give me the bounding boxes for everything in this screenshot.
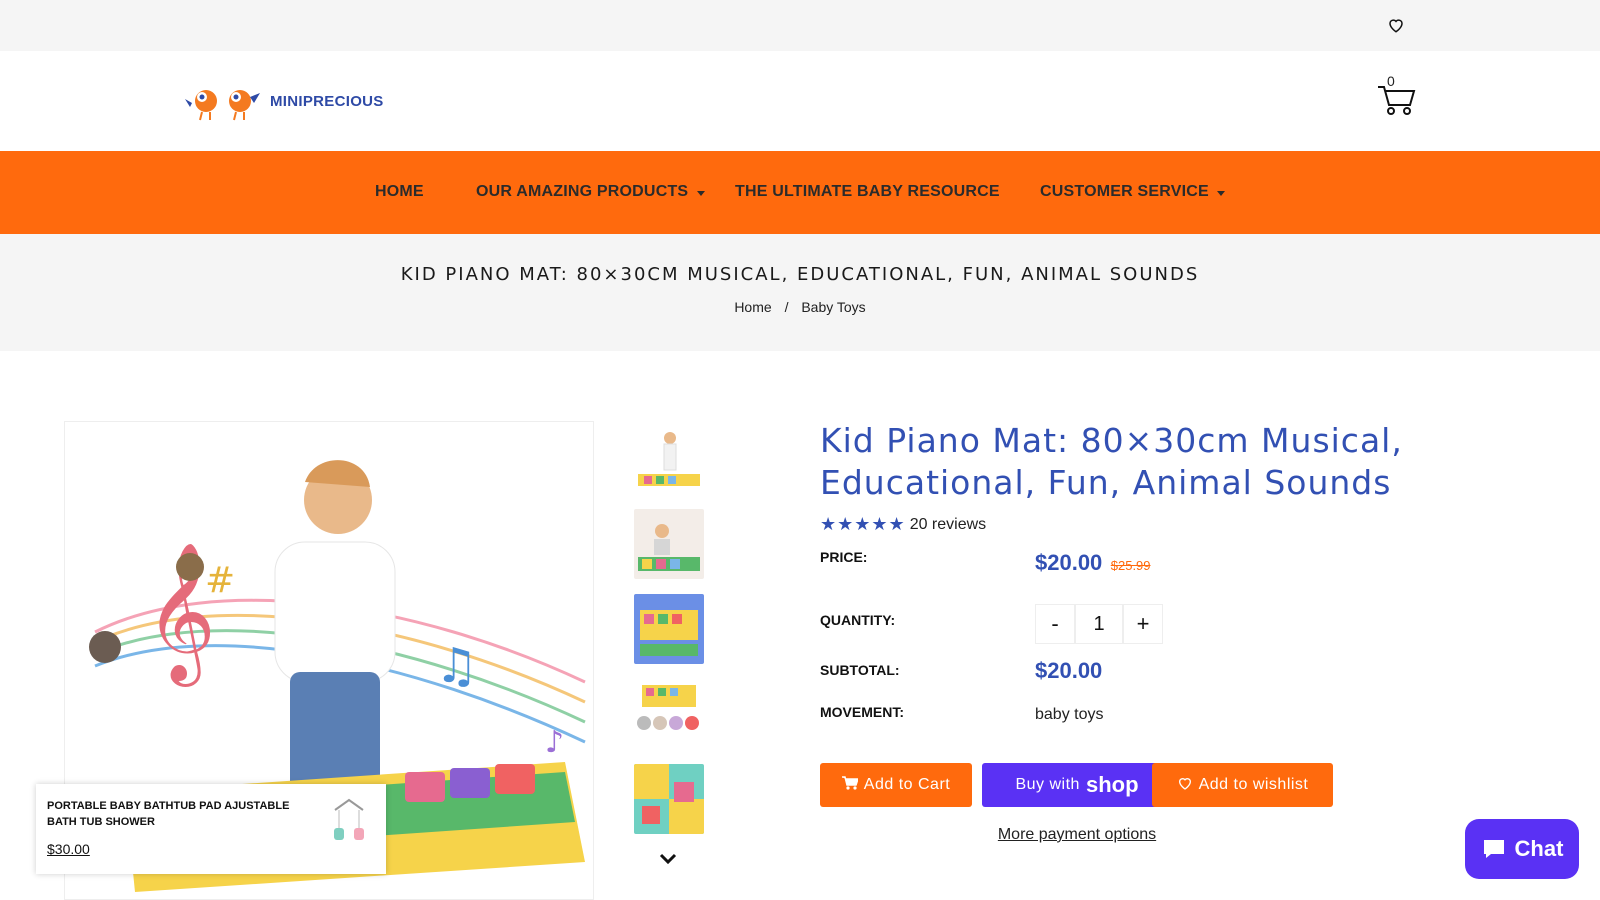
quantity-label: QUANTITY:: [820, 612, 896, 628]
svg-text:♫: ♫: [435, 638, 478, 694]
subtotal-label: SUBTOTAL:: [820, 662, 900, 678]
bird-logo-icon: [185, 90, 260, 121]
nav-item-products[interactable]: OUR AMAZING PRODUCTS: [476, 183, 688, 201]
quantity-stepper: - 1 +: [1035, 604, 1163, 644]
chevron-down-icon[interactable]: [1217, 191, 1225, 196]
buy-with-shop-button[interactable]: Buy with shop: [982, 763, 1172, 807]
star-rating-icon: ★★★★★: [820, 514, 906, 534]
breadcrumb-baby-toys[interactable]: Baby Toys: [801, 299, 865, 315]
add-to-wishlist-label: Add to wishlist: [1198, 776, 1309, 793]
subtotal-value: $20.00: [1035, 658, 1103, 683]
product-title: Kid Piano Mat: 80×30cm Musical, Educatio…: [820, 421, 1403, 502]
compare-at-price: $25.99: [1110, 558, 1151, 573]
thumbnail[interactable]: [634, 424, 704, 494]
breadcrumb: Home / Baby Toys: [0, 299, 1600, 315]
top-bar: [0, 0, 1600, 51]
quantity-decrease-button[interactable]: -: [1035, 604, 1075, 644]
cart-icon: [841, 775, 859, 795]
site-header: MINIPRECIOUS 0: [0, 51, 1600, 151]
page-title: KID PIANO MAT: 80×30CM MUSICAL, EDUCATIO…: [400, 264, 1200, 285]
chat-bubble-icon: [1483, 840, 1504, 858]
logo[interactable]: MINIPRECIOUS: [184, 79, 384, 123]
logo-text: MINIPRECIOUS: [270, 92, 384, 110]
heart-icon: [1177, 775, 1193, 796]
chat-label: Chat: [1514, 836, 1564, 861]
movement-value: baby toys: [1035, 706, 1104, 723]
cart-icon[interactable]: [1376, 73, 1416, 117]
thumbnail[interactable]: [634, 764, 704, 834]
breadcrumb-home[interactable]: Home: [734, 299, 771, 315]
product-rating[interactable]: ★★★★★ 20 reviews: [820, 514, 986, 535]
nav-item-home[interactable]: HOME: [375, 183, 424, 201]
price-label: PRICE:: [820, 549, 868, 565]
add-to-cart-label: Add to Cart: [863, 776, 951, 793]
movement-label: MOVEMENT:: [820, 704, 904, 720]
nav-item-customer-service[interactable]: CUSTOMER SERVICE: [1040, 183, 1209, 201]
nav-item-baby-resource[interactable]: THE ULTIMATE BABY RESOURCE: [735, 183, 1000, 201]
chevron-down-icon[interactable]: [697, 191, 705, 196]
svg-text:#: #: [205, 560, 235, 601]
shop-pay-logo: shop: [1085, 772, 1139, 797]
chat-button[interactable]: Chat: [1465, 819, 1579, 879]
price-block: $20.00 $25.99: [1035, 550, 1151, 576]
popup-product-title[interactable]: PORTABLE BABY BATHTUB PAD AJUSTABLE BATH…: [47, 798, 317, 830]
page-hero: KID PIANO MAT: 80×30CM MUSICAL, EDUCATIO…: [0, 234, 1600, 351]
buy-with-label: Buy with: [1015, 776, 1080, 793]
chevron-down-icon[interactable]: [658, 852, 678, 866]
review-count[interactable]: 20 reviews: [910, 516, 986, 534]
thumbnail[interactable]: [634, 509, 704, 579]
current-price: $20.00: [1035, 550, 1103, 575]
more-payment-options-link[interactable]: More payment options: [982, 826, 1172, 844]
popup-product-image[interactable]: [321, 794, 377, 850]
thumbnail[interactable]: [634, 679, 704, 749]
svg-text:♪: ♪: [545, 725, 564, 760]
add-to-cart-button[interactable]: Add to Cart: [820, 763, 972, 807]
recent-sale-popup[interactable]: PORTABLE BABY BATHTUB PAD AJUSTABLE BATH…: [36, 784, 386, 874]
main-nav: HOME OUR AMAZING PRODUCTS THE ULTIMATE B…: [0, 151, 1600, 234]
quantity-increase-button[interactable]: +: [1123, 604, 1163, 644]
quantity-input[interactable]: 1: [1075, 604, 1123, 644]
heart-icon[interactable]: [1387, 16, 1405, 34]
breadcrumb-separator: /: [784, 299, 789, 315]
thumbnail[interactable]: [634, 594, 704, 664]
product-thumbnails: [634, 424, 704, 849]
popup-product-price[interactable]: $30.00: [47, 841, 90, 857]
add-to-wishlist-button[interactable]: Add to wishlist: [1152, 763, 1333, 807]
